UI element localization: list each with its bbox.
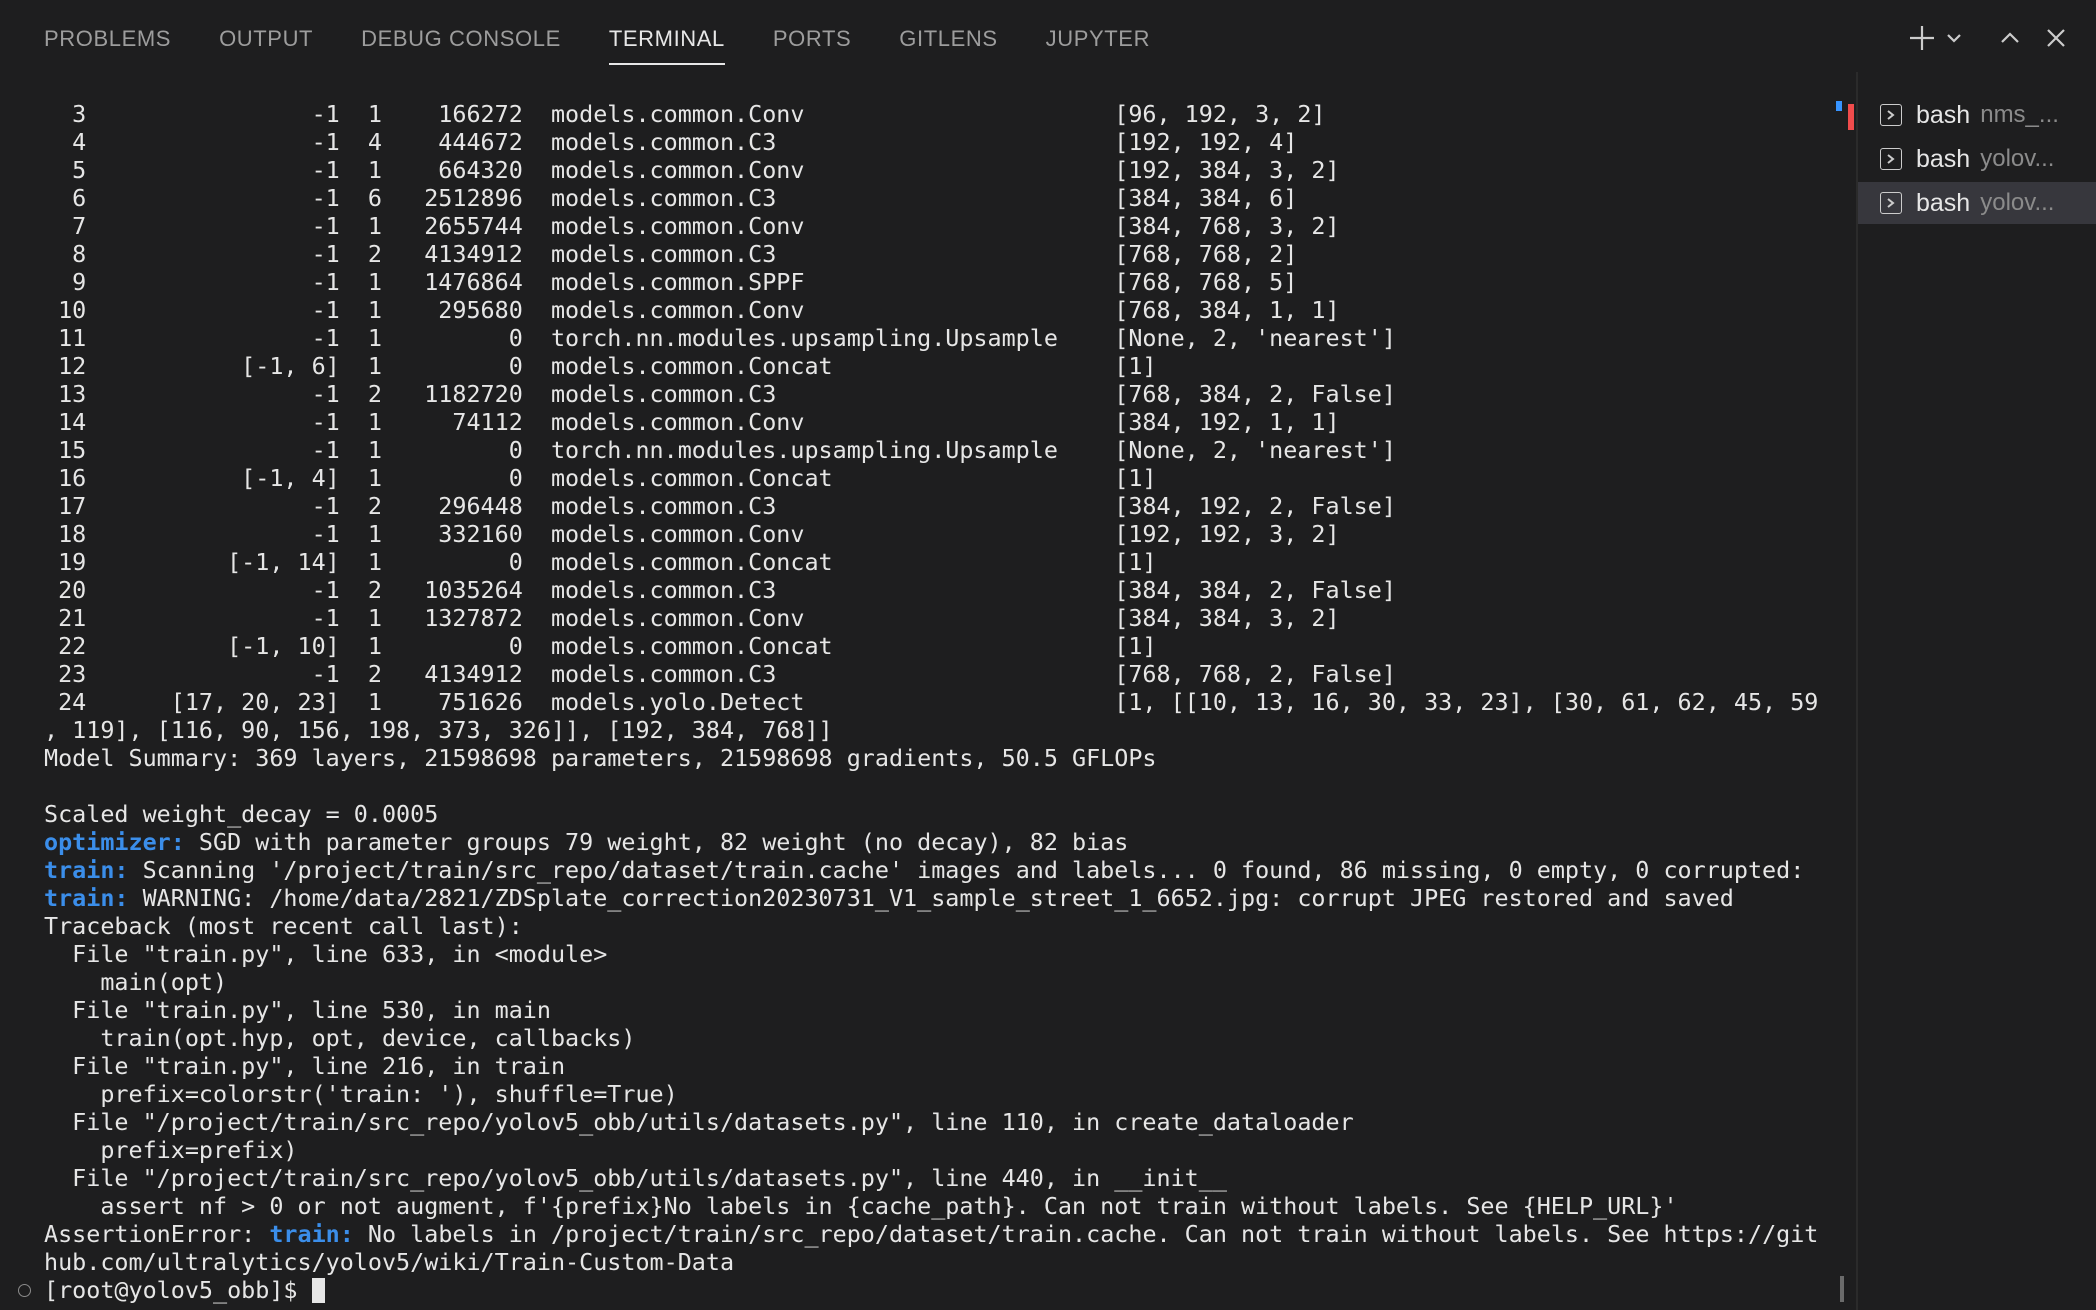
prompt-text: [root@yolov5_obb]$ [44,1276,312,1304]
tab-gitlens[interactable]: GITLENS [899,0,997,72]
plus-icon [1910,26,1934,50]
tab-ports[interactable]: PORTS [773,0,851,72]
terminal-line: File "/project/train/src_repo/yolov5_obb… [44,1108,1354,1136]
terminal-line: 24 [17, 20, 23] 1 751626 models.yolo.Det… [44,688,1819,716]
terminal-line: File "train.py", line 633, in <module> [44,940,608,968]
terminal-name: bash [1916,188,1971,217]
tab-jupyter[interactable]: JUPYTER [1046,0,1150,72]
log-message: Scanning '/project/train/src_repo/datase… [128,856,1805,884]
terminal-description: nms_... [1980,101,2059,128]
log-message: SGD with parameter groups 79 weight, 82 … [184,828,1129,856]
terminal-line: 13 -1 2 1182720 models.common.C3 [768, 3… [44,380,1396,408]
command-status-icon[interactable] [18,1284,31,1297]
terminal-line: 10 -1 1 295680 models.common.Conv [768, … [44,296,1340,324]
terminal-prompt[interactable]: [root@yolov5_obb]$ [44,1276,1844,1304]
terminal-text: 3 -1 1 166272 models.common.Conv [96, 19… [44,100,1844,1304]
panel-actions [1902,18,2076,58]
terminal-line: 4 -1 4 444672 models.common.C3 [192, 192… [44,128,1298,156]
terminal-profile-dropdown[interactable] [1942,18,1966,58]
terminal-line: 3 -1 1 166272 models.common.Conv [96, 19… [44,100,1326,128]
terminal-line: train: Scanning '/project/train/src_repo… [44,856,1844,884]
terminal-line: optimizer: SGD with parameter groups 79 … [44,828,1844,856]
terminal-line: 11 -1 1 0 torch.nn.modules.upsampling.Up… [44,324,1396,352]
terminal-line: Traceback (most recent call last): [44,912,523,940]
terminal-line: 17 -1 2 296448 models.common.C3 [384, 19… [44,492,1396,520]
terminal-line: train(opt.hyp, opt, device, callbacks) [44,1024,636,1052]
terminal-line: Scaled weight_decay = 0.0005 [44,800,439,828]
terminal-line: 12 [-1, 6] 1 0 models.common.Concat [1] [44,352,1157,380]
terminal-line: 9 -1 1 1476864 models.common.SPPF [768, … [44,268,1298,296]
tab-debug-console[interactable]: DEBUG CONSOLE [361,0,561,72]
terminal-line: File "train.py", line 216, in train [44,1052,566,1080]
terminal-list-item[interactable]: bash yolov... [1858,138,2096,180]
terminal-line: 18 -1 1 332160 models.common.Conv [192, … [44,520,1340,548]
terminal-name: bash [1916,100,1971,129]
panel-tab-bar: PROBLEMS OUTPUT DEBUG CONSOLE TERMINAL P… [0,0,2096,72]
log-prefix: optimizer: [44,828,185,856]
error-type: AssertionError: [44,1220,270,1248]
chevron-down-icon [1947,34,1961,43]
terminal-line: File "train.py", line 530, in main [44,996,551,1024]
terminal-line: assert nf > 0 or not augment, f'{prefix}… [44,1192,1678,1220]
terminal-line: 14 -1 1 74112 models.common.Conv [384, 1… [44,408,1340,436]
terminal-line: 20 -1 2 1035264 models.common.C3 [384, 3… [44,576,1396,604]
tab-terminal[interactable]: TERMINAL [608,0,725,72]
text-cursor [311,1278,325,1303]
terminal-line: 5 -1 1 664320 models.common.Conv [192, 3… [44,156,1340,184]
terminal-list-item-active[interactable]: bash yolov... [1858,182,2096,224]
terminal-line: train: WARNING: /home/data/2821/ZDSplate… [44,884,1844,912]
terminal-list-item[interactable]: bash nms_... [1858,94,2096,136]
terminal-icon [1880,192,1902,214]
terminal-line: 7 -1 1 2655744 models.common.Conv [384, … [44,212,1340,240]
terminal-line: 16 [-1, 4] 1 0 models.common.Concat [1] [44,464,1157,492]
terminal-line: 19 [-1, 14] 1 0 models.common.Concat [1] [44,548,1157,576]
terminal-line: 22 [-1, 10] 1 0 models.common.Concat [1] [44,632,1157,660]
terminal-line: 6 -1 6 2512896 models.common.C3 [384, 38… [44,184,1298,212]
log-prefix: train: [44,884,129,912]
panel-tabs: PROBLEMS OUTPUT DEBUG CONSOLE TERMINAL P… [44,0,1198,72]
log-prefix: train: [44,856,129,884]
terminal-line: prefix=prefix) [44,1136,298,1164]
terminal-line: 8 -1 2 4134912 models.common.C3 [768, 76… [44,240,1298,268]
terminal-scrollbar[interactable] [1840,1276,1844,1302]
maximize-panel-button[interactable] [1990,18,2030,58]
tab-output[interactable]: OUTPUT [219,0,313,72]
log-message: No labels in /project/train/src_repo/dat… [353,1220,1819,1248]
terminal-name: bash [1916,144,1971,173]
terminal-output[interactable]: 3 -1 1 166272 models.common.Conv [96, 19… [0,72,1856,1310]
terminal-line: hub.com/ultralytics/yolov5/wiki/Train-Cu… [44,1248,735,1276]
terminal-description: yolov... [1980,145,2055,172]
tab-problems[interactable]: PROBLEMS [44,0,171,72]
terminal-line: 21 -1 1 1327872 models.common.Conv [384,… [44,604,1340,632]
terminal-line: 23 -1 2 4134912 models.common.C3 [768, 7… [44,660,1396,688]
terminal-list: bash nms_... bash yolov... bash yolov... [1858,72,2096,1310]
close-panel-button[interactable] [2036,18,2076,58]
terminal-line: Model Summary: 369 layers, 21598698 para… [44,744,1157,772]
terminal-line: main(opt) [44,968,228,996]
log-prefix: train: [269,1220,354,1248]
terminal-line: 15 -1 1 0 torch.nn.modules.upsampling.Up… [44,436,1396,464]
scrollbar-marker-info [1836,101,1842,111]
log-message: WARNING: /home/data/2821/ZDSplate_correc… [128,884,1734,912]
terminal-icon [1880,104,1902,126]
terminal-line: prefix=colorstr('train: '), shuffle=True… [44,1080,678,1108]
terminal-line: AssertionError: train: No labels in /pro… [44,1220,1844,1248]
scrollbar-marker-error [1848,104,1854,130]
terminal-line: File "/project/train/src_repo/yolov5_obb… [44,1164,1227,1192]
terminal-icon [1880,148,1902,170]
terminal-description: yolov... [1980,189,2055,216]
new-terminal-button[interactable] [1902,18,1942,58]
chevron-up-icon [2001,32,2019,43]
terminal-line: , 119], [116, 90, 156, 198, 373, 326]], … [44,716,833,744]
close-icon [2047,29,2065,47]
